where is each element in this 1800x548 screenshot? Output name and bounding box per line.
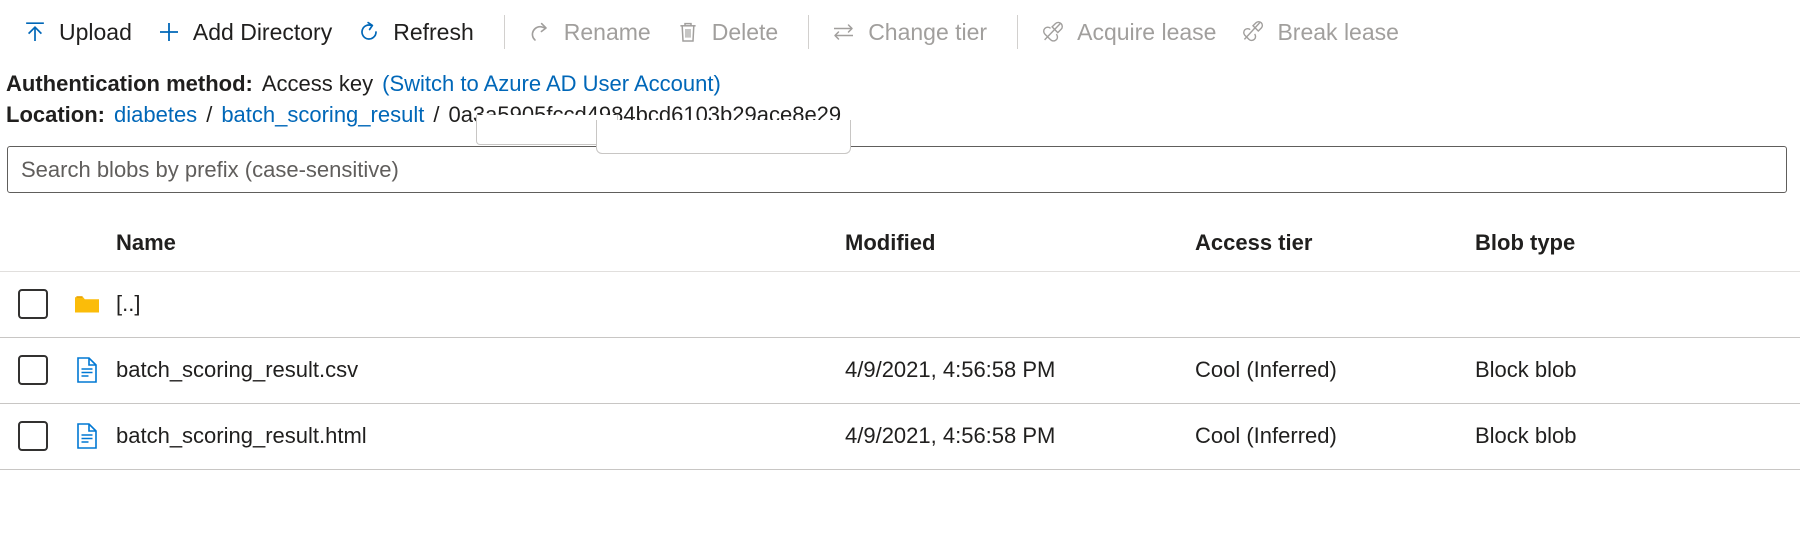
column-header-modified[interactable]: Modified (845, 215, 1195, 272)
table-row[interactable]: batch_scoring_result.html 4/9/2021, 4:56… (0, 403, 1800, 470)
location-label: Location: (6, 102, 105, 127)
row-checkbox-cell (0, 403, 62, 470)
row-checkbox[interactable] (18, 421, 48, 451)
refresh-button-label: Refresh (393, 18, 474, 45)
trash-icon (675, 19, 701, 45)
row-modified (845, 271, 1195, 338)
switch-auth-link[interactable]: (Switch to Azure AD User Account) (382, 68, 721, 99)
authentication-method-row: Authentication method: Access key (Switc… (6, 68, 1800, 99)
search-bar (0, 130, 1800, 193)
file-icon (72, 421, 102, 451)
breadcrumb-separator-2: / (433, 102, 440, 127)
command-toolbar: Upload Add Directory Refresh Rename Dele… (0, 0, 1800, 64)
row-blob-type: Block blob (1475, 337, 1800, 404)
table-header-row: Name Modified Access tier Blob type (0, 215, 1800, 272)
change-tier-button[interactable]: Change tier (823, 13, 1003, 52)
breadcrumb-guid-wrap: 0a3a5905fccd4984bcd6103b29ace8e29 (448, 99, 852, 154)
row-checkbox[interactable] (18, 355, 48, 385)
acquire-lease-button[interactable]: Acquire lease (1032, 13, 1232, 52)
select-all-header (0, 215, 62, 272)
table-row[interactable]: [..] (0, 271, 1800, 338)
breadcrumb-separator-1: / (206, 102, 213, 127)
search-input[interactable] (7, 146, 1787, 193)
folder-icon (72, 289, 102, 319)
swap-arrows-icon (831, 19, 857, 45)
blob-list-table: Name Modified Access tier Blob type [..]… (0, 215, 1800, 470)
refresh-icon (356, 19, 382, 45)
add-directory-button[interactable]: Add Directory (148, 13, 348, 52)
table-row[interactable]: batch_scoring_result.csv 4/9/2021, 4:56:… (0, 337, 1800, 404)
breadcrumb-guid: 0a3a5905fccd4984bcd6103b29ace8e29 (448, 102, 842, 127)
toolbar-divider-1 (503, 15, 505, 49)
break-lease-icon (1240, 19, 1266, 45)
authentication-method-value: Access key (261, 71, 374, 96)
breadcrumb-container-link[interactable]: diabetes (114, 99, 197, 130)
acquire-lease-button-label: Acquire lease (1077, 18, 1217, 45)
rename-icon (527, 19, 553, 45)
refresh-button[interactable]: Refresh (348, 13, 490, 52)
add-directory-button-label: Add Directory (192, 18, 333, 45)
upload-button-label: Upload (59, 18, 132, 45)
authentication-method-label: Authentication method: (6, 71, 253, 96)
toolbar-divider-3 (1017, 15, 1019, 49)
column-header-name[interactable]: Name (62, 215, 845, 272)
row-checkbox-cell (0, 271, 62, 338)
break-lease-button[interactable]: Break lease (1232, 13, 1414, 52)
location-breadcrumb: Location: diabetes / batch_scoring_resul… (6, 99, 1800, 154)
rename-button-label: Rename (563, 18, 651, 45)
row-name-cell: [..] (62, 271, 845, 338)
row-name-cell: batch_scoring_result.html (62, 403, 845, 470)
column-header-blob-type[interactable]: Blob type (1475, 215, 1800, 272)
blob-list-body: [..] batch_scoring_result.csv 4/9/2021, … (0, 271, 1800, 470)
file-icon (72, 355, 102, 385)
upload-icon (22, 19, 48, 45)
upload-button[interactable]: Upload (14, 13, 148, 52)
row-checkbox-cell (0, 337, 62, 404)
row-modified: 4/9/2021, 4:56:58 PM (845, 403, 1195, 470)
lease-plug-icon (1040, 19, 1066, 45)
row-access-tier: Cool (Inferred) (1195, 403, 1475, 470)
row-name-link[interactable]: batch_scoring_result.csv (116, 357, 358, 383)
breadcrumb-folder-link[interactable]: batch_scoring_result (221, 99, 424, 130)
row-name-cell: batch_scoring_result.csv (62, 337, 845, 404)
plus-icon (156, 19, 182, 45)
row-name-link[interactable]: [..] (116, 291, 140, 317)
delete-button[interactable]: Delete (667, 13, 794, 52)
blob-context-info: Authentication method: Access key (Switc… (0, 64, 1800, 154)
change-tier-button-label: Change tier (868, 18, 988, 45)
blob-list-header: Name Modified Access tier Blob type (0, 215, 1800, 272)
rename-button[interactable]: Rename (519, 13, 667, 52)
row-name-link[interactable]: batch_scoring_result.html (116, 423, 367, 449)
row-blob-type (1475, 271, 1800, 338)
toolbar-divider-2 (808, 15, 810, 49)
break-lease-button-label: Break lease (1277, 18, 1399, 45)
delete-button-label: Delete (711, 18, 779, 45)
row-checkbox[interactable] (18, 289, 48, 319)
row-modified: 4/9/2021, 4:56:58 PM (845, 337, 1195, 404)
row-access-tier (1195, 271, 1475, 338)
column-header-access-tier[interactable]: Access tier (1195, 215, 1475, 272)
row-access-tier: Cool (Inferred) (1195, 337, 1475, 404)
row-blob-type: Block blob (1475, 403, 1800, 470)
